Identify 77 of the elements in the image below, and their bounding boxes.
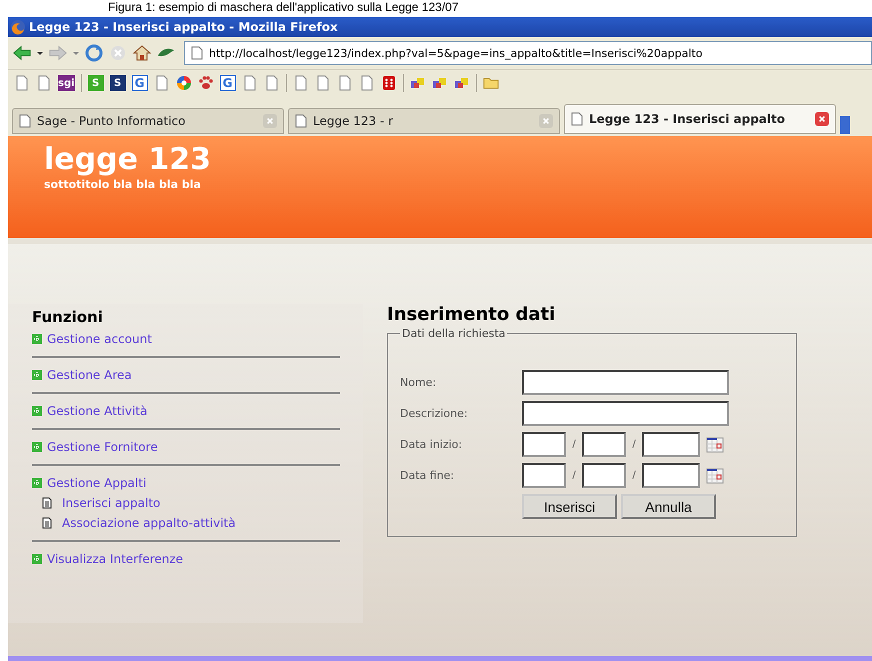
sidebar-link[interactable]: Gestione account [47,332,152,346]
blocks-icon[interactable] [454,75,470,91]
browser-tab[interactable]: Legge 123 - r [288,108,560,134]
year-field[interactable] [642,432,700,457]
sidebar-link[interactable]: Gestione Area [47,368,132,382]
expand-icon[interactable] [32,478,42,488]
dropdown-icon[interactable] [36,49,44,57]
sidebar-sublink[interactable]: Associazione appalto-attività [62,516,236,530]
form-button[interactable]: Annulla [621,494,716,519]
expand-icon[interactable] [32,334,42,344]
page-icon [571,112,583,126]
date-separator: / [631,470,637,481]
reload-icon[interactable] [84,44,104,62]
page-icon[interactable] [264,75,280,91]
page-icon[interactable] [242,75,258,91]
sidebar-link[interactable]: Visualizza Interferenze [47,552,184,566]
bookmark-icon[interactable]: S [88,75,104,91]
month-field[interactable] [582,432,626,457]
page-icon[interactable] [314,75,331,91]
browser-tab[interactable]: Legge 123 - Inserisci appalto [564,104,836,134]
address-field[interactable]: http://localhost/legge123/index.php?val=5&page=ins_appalto&title=Inserisci%20appalto [184,41,872,65]
color-wheel-icon[interactable] [176,75,192,91]
dice-icon[interactable] [380,75,397,91]
sidebar-link[interactable]: Gestione Fornitore [47,440,158,454]
blocks-icon[interactable] [410,75,426,91]
page-icon[interactable] [154,75,170,91]
blocks-icon[interactable] [432,75,448,91]
close-icon[interactable] [815,112,829,126]
expand-icon[interactable] [32,554,42,564]
browser-tab[interactable]: Sage - Punto Informatico [12,108,284,134]
site-title: legge 123 [44,142,212,178]
sidebar-link[interactable]: Gestione Attività [47,404,148,418]
paw-icon[interactable] [198,75,214,91]
day-field[interactable] [522,432,566,457]
back-arrow-icon[interactable] [12,44,32,62]
field-label: Data inizio: [400,438,464,451]
expand-icon[interactable] [32,370,42,380]
page-icon[interactable] [14,75,30,91]
year-field[interactable] [642,463,700,488]
bookmark-icon[interactable]: S [110,75,126,91]
document-icon [42,497,52,509]
page-icon[interactable] [36,75,52,91]
bookmark-icon[interactable]: G [132,75,148,91]
bookmark-icon[interactable]: G [220,75,236,91]
site-subtitle: sottotitolo bla bla bla bla [44,178,202,191]
home-icon[interactable] [132,44,152,62]
date-separator: / [631,439,637,450]
field-label: Descrizione: [400,407,469,420]
window-title: Legge 123 - Inserisci appalto - Mozilla Firefox [29,20,338,34]
sidebar-sublink[interactable]: Inserisci appalto [62,496,160,510]
form-legend: Dati della richiesta [400,327,508,340]
date-separator: / [571,439,577,450]
page-icon [191,46,203,60]
form-title: Inserimento dati [387,304,556,325]
page-icon[interactable] [292,75,309,91]
field-label: Nome: [400,376,438,389]
date-separator: / [571,470,577,481]
input-field[interactable] [522,401,729,426]
form-button[interactable]: Inserisci [522,494,617,519]
day-field[interactable] [522,463,566,488]
page-icon[interactable] [336,75,353,91]
page-icon [19,114,31,128]
sidebar-link[interactable]: Gestione Appalti [47,476,146,490]
month-field[interactable] [582,463,626,488]
document-icon [42,517,52,529]
expand-icon[interactable] [32,442,42,452]
calendar-icon[interactable] [706,436,724,452]
input-field[interactable] [522,370,729,395]
page-icon[interactable] [358,75,375,91]
expand-icon[interactable] [32,406,42,416]
sidebar-title: Funzioni [32,308,104,326]
calendar-icon[interactable] [706,468,724,484]
folder-icon[interactable] [482,75,499,91]
field-label: Data fine: [400,469,456,482]
caption: Figura 1: esempio di maschera dell'applicativo sulla Legge 123/07 [108,0,459,14]
bookmark-icon[interactable]: sgi [58,75,75,91]
page-icon [295,114,307,128]
